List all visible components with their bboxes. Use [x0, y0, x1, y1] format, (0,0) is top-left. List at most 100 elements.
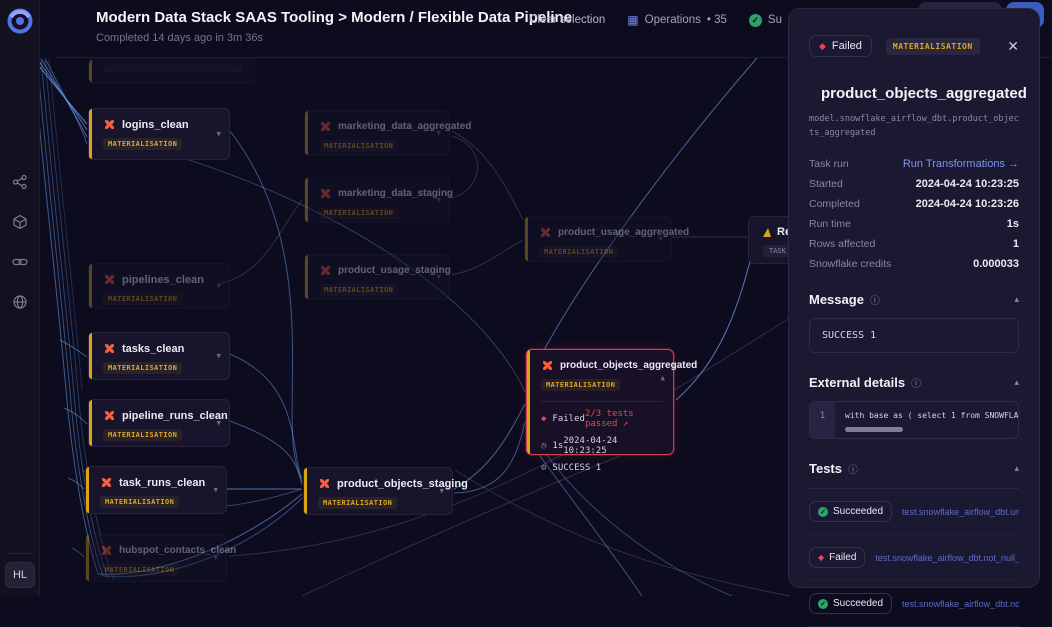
- chevron-down-icon[interactable]: ▾: [216, 281, 221, 292]
- succeeded-filter-chip[interactable]: ✓ Su: [749, 14, 782, 27]
- chevron-up-icon[interactable]: ▴: [660, 373, 665, 384]
- external-details-section-header: External details ⓘ ▴: [809, 375, 1019, 390]
- message-content: SUCCESS 1: [809, 318, 1019, 353]
- chevron-down-icon[interactable]: ▾: [439, 486, 444, 497]
- test-link[interactable]: test.snowflake_airflow_dbt.not_null_pr: [875, 553, 1019, 563]
- check-circle-icon: ✓: [818, 507, 828, 517]
- message-section-header: Message ⓘ ▴: [809, 292, 1019, 307]
- app-logo[interactable]: [7, 8, 33, 34]
- failed-diamond-icon: ◆: [818, 553, 824, 562]
- node-run-time: 1s: [552, 441, 563, 451]
- chevron-down-icon[interactable]: ▾: [216, 418, 221, 429]
- grid-icon: ▦: [627, 13, 638, 27]
- chevron-down-icon[interactable]: ▾: [216, 129, 221, 140]
- chevron-down-icon[interactable]: ▾: [216, 351, 221, 362]
- test-row: ✓ Succeeded test.snowflake_airflow_dbt.u…: [809, 489, 1019, 535]
- node-type-badge: MATERIALISATION: [103, 362, 182, 374]
- graph-node-product-objects-aggregated-selected[interactable]: product_objects_aggregated ▴ MATERIALISA…: [526, 349, 674, 455]
- graph-node-product-usage-aggregated[interactable]: product_usage_aggregated ▾ MATERIALISATI…: [524, 216, 672, 262]
- dbt-icon: [319, 120, 332, 133]
- node-type-badge: MATERIALISATION: [541, 379, 620, 391]
- kv-row-rows-affected: Rows affected 1: [809, 238, 1019, 250]
- operations-label: Operations: [645, 14, 701, 26]
- close-icon[interactable]: ✕: [1007, 38, 1019, 55]
- dbt-icon: [100, 476, 113, 489]
- graph-node-partial[interactable]: [88, 58, 255, 84]
- chart-triangle-icon: [763, 228, 771, 237]
- graph-node-tasks-clean[interactable]: tasks_clean ▾ MATERIALISATION: [88, 332, 230, 380]
- node-type-badge: MATERIALISATION: [319, 284, 398, 296]
- graph-node-logins-clean[interactable]: logins_clean ▾ MATERIALISATION: [88, 108, 230, 160]
- details-panel: ◆ Failed MATERIALISATION ✕ product_objec…: [788, 8, 1040, 588]
- panel-title: product_objects_aggregated: [821, 85, 1027, 102]
- cube-icon[interactable]: [12, 214, 28, 230]
- node-label: product_objects_aggregated: [560, 360, 697, 371]
- node-type-badge: MATERIALISATION: [103, 138, 182, 150]
- chevron-down-icon[interactable]: ▾: [436, 195, 441, 206]
- graph-node-task-runs-clean[interactable]: task_runs_clean ▾ MATERIALISATION: [85, 466, 227, 514]
- graph-icon[interactable]: [12, 174, 28, 190]
- chevron-down-icon[interactable]: ▾: [213, 485, 218, 496]
- clear-selection-button[interactable]: Clear selection: [529, 14, 605, 26]
- dbt-icon: [318, 477, 331, 490]
- chevron-down-icon[interactable]: ▾: [658, 234, 663, 245]
- kv-row-task-run: Task run Run Transformations →: [809, 158, 1019, 170]
- dbt-icon: [103, 342, 116, 355]
- test-row: ◆ Failed test.snowflake_airflow_dbt.not_…: [809, 535, 1019, 581]
- node-label: tasks_clean: [122, 343, 184, 355]
- failed-diamond-icon: ◆: [819, 41, 826, 52]
- code-line: with base as ( select 1 from SNOWFLAKE: [845, 411, 1010, 420]
- chevron-down-icon[interactable]: ▾: [213, 553, 218, 564]
- node-accent-bar: [305, 255, 308, 299]
- dbt-icon: [103, 273, 116, 286]
- page-title: Modern Data Stack SAAS Tooling > Modern …: [96, 9, 572, 26]
- node-accent-bar: [89, 264, 92, 308]
- node-accent-bar: [527, 350, 530, 454]
- globe-icon[interactable]: [12, 294, 28, 310]
- collapse-icon[interactable]: ▴: [1014, 463, 1019, 474]
- node-accent-bar: [304, 468, 307, 514]
- node-accent-bar: [89, 400, 92, 446]
- kv-row-snowflake-credits: Snowflake credits 0.000033: [809, 258, 1019, 270]
- node-type-badge: MATERIALISATION: [103, 293, 182, 305]
- node-accent-bar: [89, 333, 92, 379]
- node-label: pipeline_runs_clean: [122, 410, 228, 422]
- graph-node-hubspot-contacts-clean[interactable]: hubspot_contacts_clean ▾ MATERIALISATION: [85, 534, 227, 582]
- collapse-icon[interactable]: ▴: [1014, 377, 1019, 388]
- node-type-badge: MATERIALISATION: [318, 497, 397, 509]
- chevron-down-icon[interactable]: ▾: [436, 272, 441, 283]
- dbt-icon: [319, 187, 332, 200]
- test-status-badge: ◆ Failed: [809, 547, 865, 568]
- node-accent-bar: [86, 535, 89, 581]
- graph-node-pipelines-clean[interactable]: pipelines_clean ▾ MATERIALISATION: [88, 263, 230, 309]
- node-tests-summary-link[interactable]: 2/3 tests passed ↗: [585, 409, 663, 429]
- kv-row-completed: Completed 2024-04-24 10:23:26: [809, 198, 1019, 210]
- node-message: SUCCESS 1: [552, 463, 601, 473]
- dbt-icon: [539, 226, 552, 239]
- task-run-link[interactable]: Run Transformations →: [903, 158, 1019, 170]
- info-icon: ⓘ: [848, 461, 858, 476]
- code-line-number: 1: [810, 402, 835, 438]
- graph-node-product-objects-staging[interactable]: product_objects_staging ▾ MATERIALISATIO…: [303, 467, 453, 515]
- test-status-badge: ✓ Succeeded: [809, 501, 892, 522]
- operations-filter-chip[interactable]: ▦ Operations • 35: [627, 13, 727, 27]
- graph-node-marketing-data-staging[interactable]: marketing_data_staging ▾ MATERIALISATION: [304, 177, 450, 223]
- model-identifier: model.snowflake_airflow_dbt.product_obje…: [809, 113, 1019, 140]
- sql-code-block: 1 with base as ( select 1 from SNOWFLAKE: [809, 401, 1019, 439]
- chevron-down-icon[interactable]: ▾: [436, 128, 441, 139]
- graph-node-pipeline-runs-clean[interactable]: pipeline_runs_clean ▾ MATERIALISATION: [88, 399, 230, 447]
- dbt-icon: [103, 409, 116, 422]
- horizontal-scrollbar[interactable]: [845, 427, 903, 432]
- graph-node-product-usage-staging[interactable]: product_usage_staging ▾ MATERIALISATION: [304, 254, 450, 300]
- user-avatar[interactable]: HL: [5, 562, 35, 588]
- status-badge: ◆ Failed: [809, 35, 872, 57]
- node-accent-bar: [86, 467, 89, 513]
- sidebar: HL: [0, 0, 40, 596]
- graph-node-marketing-data-aggregated[interactable]: marketing_data_aggregated ▾ MATERIALISAT…: [304, 110, 450, 156]
- test-link[interactable]: test.snowflake_airflow_dbt.not_null_pr: [902, 599, 1019, 609]
- run-metadata: Task run Run Transformations → Started 2…: [809, 158, 1019, 270]
- collapse-icon[interactable]: ▴: [1014, 294, 1019, 305]
- dbt-icon: [100, 544, 113, 557]
- test-link[interactable]: test.snowflake_airflow_dbt.unique_pro: [902, 507, 1019, 517]
- link-icon[interactable]: [12, 254, 28, 270]
